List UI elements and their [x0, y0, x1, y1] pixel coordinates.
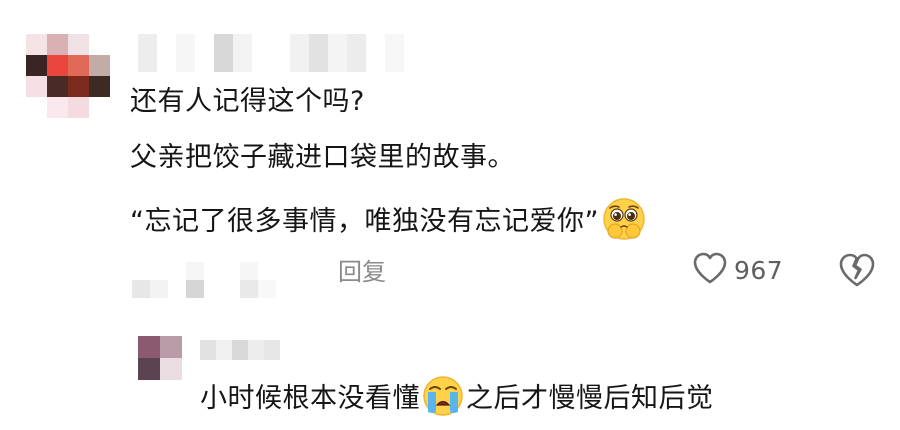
- pleading-face-icon: [601, 196, 647, 242]
- avatar[interactable]: [26, 34, 110, 118]
- broken-heart-icon[interactable]: [838, 252, 876, 288]
- heart-outline-icon: [692, 251, 728, 289]
- reply-avatar[interactable]: [138, 336, 182, 380]
- reply-text-before: 小时候根本没看懂: [200, 383, 420, 414]
- comment-text-line-1: 还有人记得这个吗?: [130, 86, 365, 117]
- reply-text: 小时候根本没看懂 之后才慢慢后知后觉: [200, 374, 714, 418]
- username-redacted: [138, 34, 404, 72]
- comment-meta-redacted: [132, 262, 276, 298]
- reply-text-after: 之后才慢慢后知后觉: [466, 383, 714, 414]
- comment-text-line-3-text: “忘记了很多事情，唯独没有忘记爱你”: [130, 206, 599, 237]
- like-count: 967: [734, 255, 784, 285]
- comment-text-line-2: 父亲把饺子藏进口袋里的故事。: [130, 142, 515, 173]
- comment-text-line-3: “忘记了很多事情，唯独没有忘记爱你”: [130, 196, 647, 242]
- like-button[interactable]: 967: [692, 250, 783, 290]
- loudly-crying-face-icon: [421, 374, 465, 418]
- reply-username-redacted: [200, 340, 280, 360]
- reply-button[interactable]: 回复: [338, 256, 386, 288]
